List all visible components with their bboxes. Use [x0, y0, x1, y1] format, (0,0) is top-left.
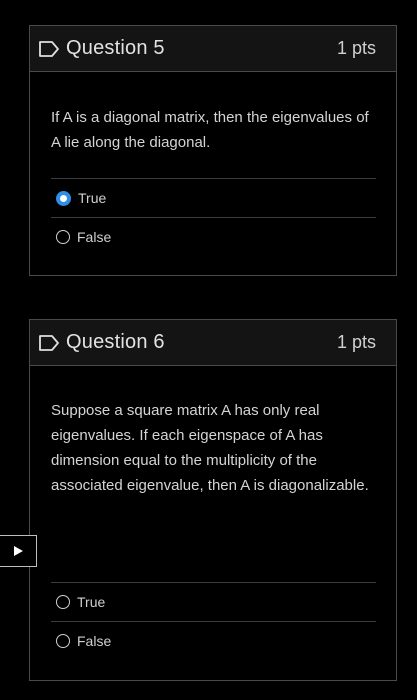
question-text: If A is a diagonal matrix, then the eige… — [51, 109, 369, 151]
flag-icon[interactable] — [38, 334, 60, 352]
play-button[interactable] — [0, 535, 37, 567]
answer-option-false[interactable]: False — [51, 621, 376, 660]
question-points: 1 pts — [336, 332, 376, 352]
answer-label: True — [78, 190, 107, 206]
radio-button[interactable] — [56, 634, 70, 648]
flag-icon[interactable] — [38, 40, 60, 58]
radio-button-selected[interactable] — [56, 190, 71, 206]
answer-list: True False — [51, 582, 376, 660]
radio-button[interactable] — [56, 230, 70, 244]
answer-option-true[interactable]: True — [51, 178, 376, 217]
question-text: Suppose a square matrix A has only real … — [51, 402, 369, 494]
play-icon — [14, 546, 23, 556]
question-5-card: Question 5 1 pts If A is a diagonal matr… — [29, 25, 397, 276]
answer-label: False — [77, 229, 112, 245]
radio-button[interactable] — [56, 595, 70, 609]
answer-option-true[interactable]: True — [51, 582, 376, 621]
question-points: 1 pts — [336, 38, 376, 58]
answer-list: True False — [51, 178, 376, 256]
answer-label: False — [77, 633, 112, 649]
answer-label: True — [77, 594, 106, 610]
answer-option-false[interactable]: False — [51, 217, 376, 256]
question-header: Question 5 1 pts — [30, 26, 396, 72]
question-header: Question 6 1 pts — [30, 320, 396, 366]
question-title: Question 5 — [66, 37, 165, 59]
question-title: Question 6 — [66, 331, 165, 353]
question-6-card: Question 6 1 pts Suppose a square matrix… — [29, 319, 397, 681]
